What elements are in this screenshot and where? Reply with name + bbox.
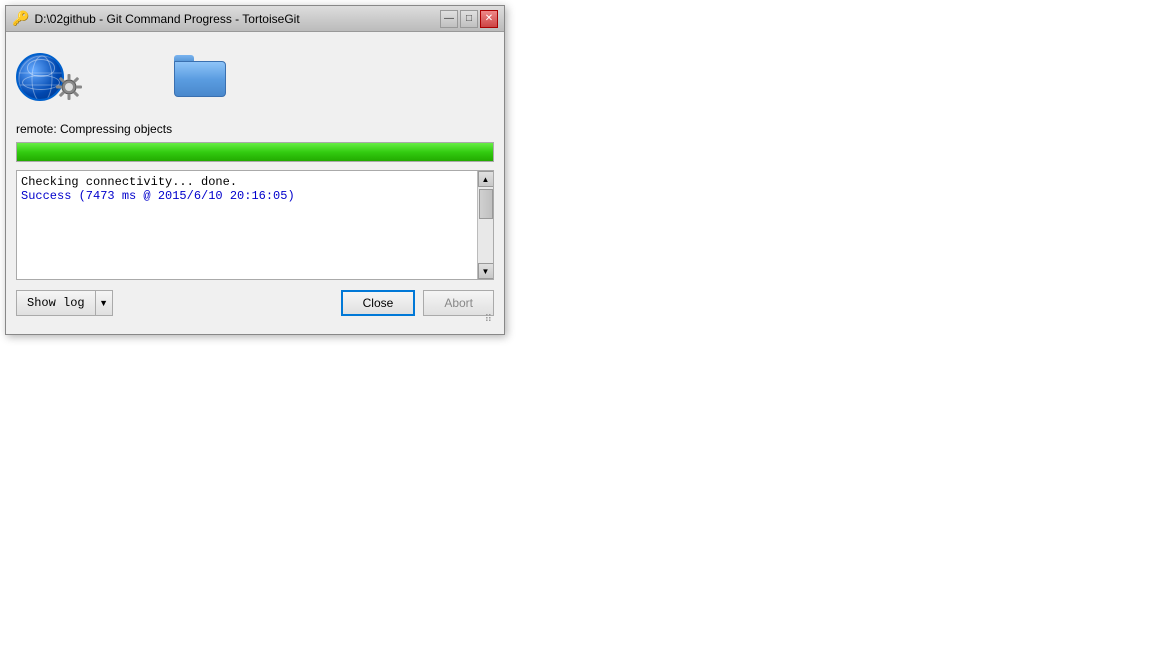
close-button[interactable]: Close	[341, 290, 416, 316]
resize-grip[interactable]: ⠿	[16, 316, 494, 324]
icons-row	[16, 42, 494, 112]
gear-icon	[54, 72, 84, 102]
show-log-dropdown-button[interactable]: ▼	[95, 290, 113, 316]
title-bar-buttons: — □ ✕	[440, 10, 498, 28]
window-content: remote: Compressing objects Checking con…	[6, 32, 504, 334]
scroll-thumb[interactable]	[479, 189, 493, 219]
progress-bar-container	[16, 142, 494, 162]
log-content: Checking connectivity... done. Success (…	[17, 171, 477, 279]
scroll-up-button[interactable]: ▲	[478, 171, 494, 187]
folder-icon	[174, 55, 226, 99]
restore-button[interactable]: □	[460, 10, 478, 28]
title-bar: 🔑 D:\02github - Git Command Progress - T…	[6, 6, 504, 32]
show-log-container: Show log ▼	[16, 290, 113, 316]
minimize-button[interactable]: —	[440, 10, 458, 28]
abort-button[interactable]: Abort	[423, 290, 494, 316]
buttons-row: Show log ▼ Close Abort	[16, 290, 494, 316]
scroll-down-button[interactable]: ▼	[478, 263, 494, 279]
main-window: 🔑 D:\02github - Git Command Progress - T…	[5, 5, 505, 335]
window-title: D:\02github - Git Command Progress - Tor…	[34, 12, 299, 26]
progress-bar-fill	[17, 143, 493, 161]
log-line-1: Checking connectivity... done.	[21, 175, 473, 189]
window-close-button[interactable]: ✕	[480, 10, 498, 28]
window-icon: 🔑	[12, 10, 29, 27]
show-log-button[interactable]: Show log	[16, 290, 95, 316]
log-line-2: Success (7473 ms @ 2015/6/10 20:16:05)	[21, 189, 473, 203]
status-text: remote: Compressing objects	[16, 122, 494, 136]
title-bar-left: 🔑 D:\02github - Git Command Progress - T…	[12, 10, 300, 27]
scrollbar[interactable]: ▲ ▼	[477, 171, 493, 279]
log-area[interactable]: Checking connectivity... done. Success (…	[16, 170, 494, 280]
